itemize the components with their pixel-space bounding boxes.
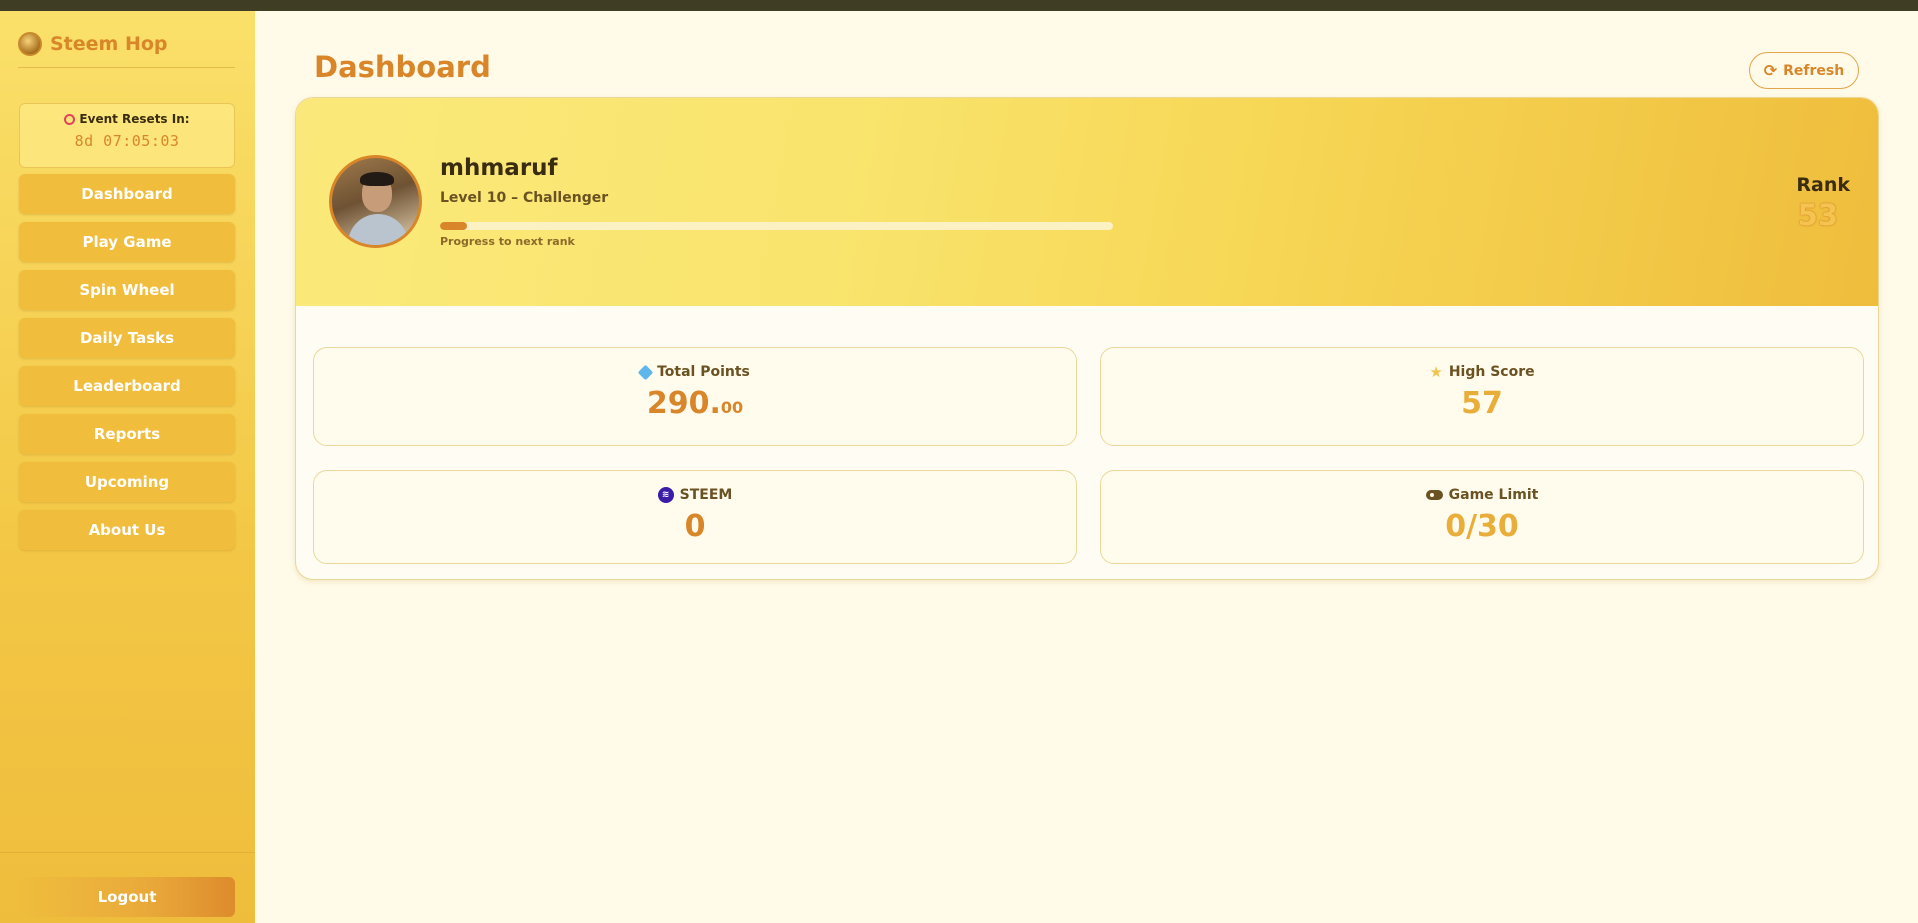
nav-spin-wheel[interactable]: Spin Wheel (19, 270, 235, 310)
refresh-icon: ⟳ (1763, 60, 1778, 80)
username: mhmaruf (440, 155, 558, 181)
alarm-clock-icon (64, 113, 76, 125)
top-bar (0, 0, 1918, 11)
high-score-card: ★ High Score 57 (1100, 347, 1864, 446)
steem-label: STEEM (679, 487, 733, 503)
progress-label: Progress to next rank (440, 235, 575, 248)
total-points-label: Total Points (657, 364, 750, 380)
profile-banner: mhmaruf Level 10 – Challenger Progress t… (296, 98, 1878, 306)
level-text: Level 10 – Challenger (440, 190, 609, 206)
steem-value: 0 (684, 509, 706, 544)
total-points-card: Total Points 290.00 (313, 347, 1077, 446)
avatar (329, 155, 422, 248)
nav-upcoming[interactable]: Upcoming (19, 462, 235, 502)
brand[interactable]: Steem Hop (18, 32, 235, 68)
refresh-button[interactable]: ⟳ Refresh (1749, 52, 1859, 89)
diamond-icon (637, 364, 654, 380)
sidebar-footer: Logout (0, 852, 255, 923)
refresh-label: Refresh (1783, 62, 1845, 79)
timer-label: Event Resets In: (79, 112, 190, 126)
rank-label: Rank (1796, 174, 1850, 196)
high-score-value: 57 (1461, 386, 1503, 421)
nav-daily-tasks[interactable]: Daily Tasks (19, 318, 235, 358)
game-limit-card: Game Limit 0/30 (1100, 470, 1864, 564)
event-timer: Event Resets In: 8d 07:05:03 (19, 103, 235, 168)
rank-progress-fill (440, 222, 467, 230)
nav-leaderboard[interactable]: Leaderboard (19, 366, 235, 406)
timer-value: 8d 07:05:03 (74, 132, 180, 150)
nav-play-game[interactable]: Play Game (19, 222, 235, 262)
steem-hop-logo-icon (18, 32, 42, 56)
nav-reports[interactable]: Reports (19, 414, 235, 454)
rank-progress-bar (440, 222, 1113, 230)
game-limit-value: 0/30 (1445, 509, 1519, 544)
sidebar: Steem Hop Event Resets In: 8d 07:05:03 D… (0, 11, 255, 923)
star-icon: ★ (1429, 362, 1443, 381)
app-name: Steem Hop (50, 33, 168, 55)
rank-value: 53 (1797, 198, 1838, 232)
logout-button[interactable]: Logout (19, 877, 235, 917)
steem-logo-icon: ≋ (657, 487, 674, 503)
high-score-label: High Score (1448, 364, 1535, 380)
page-title: Dashboard (314, 50, 491, 84)
total-points-value: 290.00 (646, 386, 744, 421)
nav-dashboard[interactable]: Dashboard (19, 174, 235, 214)
nav-about-us[interactable]: About Us (19, 510, 235, 550)
dashboard-card: mhmaruf Level 10 – Challenger Progress t… (295, 97, 1879, 580)
steem-card: ≋ STEEM 0 (313, 470, 1077, 564)
gamepad-icon (1425, 490, 1443, 500)
game-limit-label: Game Limit (1448, 487, 1539, 503)
